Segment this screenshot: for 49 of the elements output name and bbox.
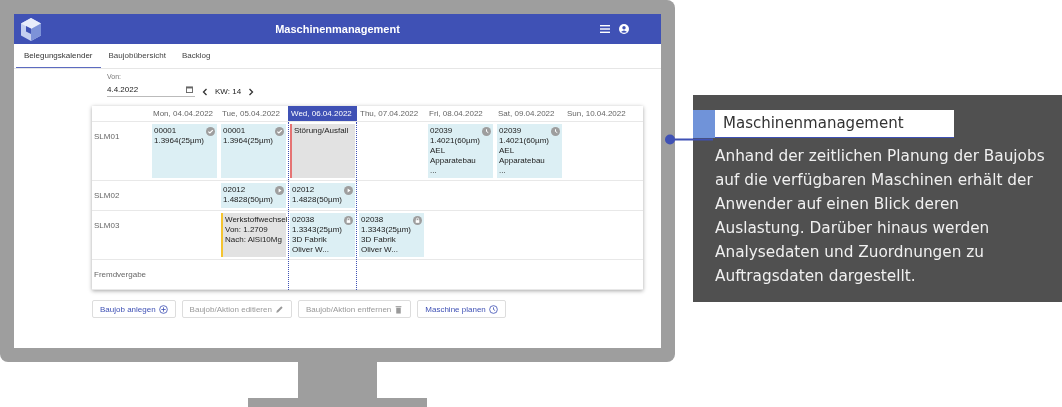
action-button[interactable]: Baujob anlegen xyxy=(92,300,176,318)
day-header: Tue, 05.04.2022 xyxy=(221,108,281,120)
machine-name: SLM03 xyxy=(94,221,120,230)
job-entry[interactable]: 02039 1.4021(60µm) AEL Apparatebau ... xyxy=(497,124,562,178)
play-icon xyxy=(344,186,353,195)
previous-week-icon[interactable] xyxy=(202,88,208,96)
day-header: Wed, 06.04.2022 xyxy=(288,106,357,121)
machine-name: SLM02 xyxy=(94,191,120,200)
play-icon xyxy=(275,186,284,195)
lock-icon xyxy=(344,216,353,225)
callout-title: Maschinenmanagement xyxy=(715,110,954,138)
disruption-entry[interactable]: Störung/Ausfall xyxy=(290,124,355,178)
lock-icon xyxy=(413,216,422,225)
machine-name: SLM01 xyxy=(94,132,120,141)
clock-icon xyxy=(488,304,498,314)
pencil-icon xyxy=(274,304,284,314)
day-header: Fri, 08.04.2022 xyxy=(428,108,484,120)
job-entry[interactable]: 00001 1.3964(25µm) xyxy=(152,124,217,178)
title-marker xyxy=(693,110,715,138)
tab[interactable]: Baujobübersicht xyxy=(100,44,174,68)
clock-icon xyxy=(551,127,560,136)
next-week-icon[interactable] xyxy=(248,88,255,96)
calendar-icon xyxy=(186,86,193,93)
leader-line xyxy=(665,134,713,145)
day-header: Sat, 09.04.2022 xyxy=(497,108,556,120)
tab[interactable]: Belegungskalender xyxy=(16,44,101,68)
job-entry[interactable]: 02038 1.3343(25µm) 3D Fabrik Oliver W... xyxy=(359,213,424,257)
plus-circle-icon xyxy=(158,304,168,314)
clock-icon xyxy=(482,127,491,136)
app-title: Maschinenmanagement xyxy=(275,23,400,35)
job-entry[interactable]: 02038 1.3343(25µm) 3D Fabrik Oliver W... xyxy=(290,213,355,257)
job-entry[interactable]: 02012 1.4828(50µm) xyxy=(290,183,355,208)
machine-name: Fremdvergabe xyxy=(94,270,147,279)
callout-text: Anhand der zeitlichen Planung der Baujobs auf die verfügbaren Maschinen erhält der Anwender auf einen Blick deren Auslastung. Darüber hinaus werden Analysedaten und Zuordnungen zu Auftragsdaten dargestellt. xyxy=(715,146,1046,287)
check-icon xyxy=(275,127,284,136)
changeover-entry[interactable]: Werkstoffwechsel Von: 1.2709 Nach: AlSi10Mg xyxy=(221,213,286,257)
day-header: Sun, 10.04.2022 xyxy=(566,108,627,120)
week-label: KW: 14 xyxy=(215,87,242,96)
job-entry[interactable]: 00001 1.3964(25µm) xyxy=(221,124,286,178)
day-header: Thu, 07.04.2022 xyxy=(359,108,420,120)
day-header: Mon, 04.04.2022 xyxy=(152,108,215,120)
account-icon[interactable] xyxy=(619,24,629,34)
action-button[interactable]: Maschine planen xyxy=(417,300,506,318)
job-entry[interactable]: 02012 1.4828(50µm) xyxy=(221,183,286,208)
job-entry[interactable]: 02039 1.4021(60µm) AEL Apparatebau ... xyxy=(428,124,493,178)
trash-icon xyxy=(394,304,404,314)
check-icon xyxy=(206,127,215,136)
menu-icon[interactable] xyxy=(600,25,610,33)
tab[interactable]: Backlog xyxy=(173,44,219,68)
